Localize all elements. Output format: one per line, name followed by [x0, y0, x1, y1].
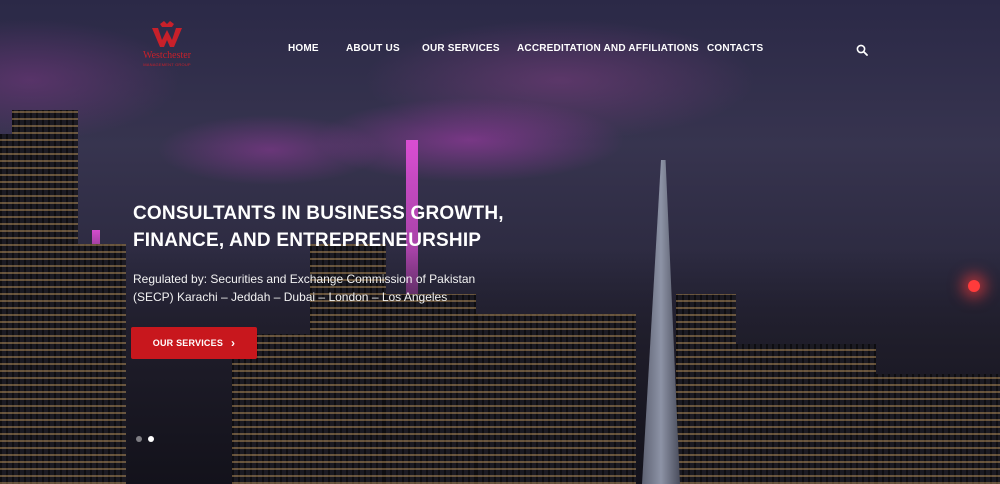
chevron-right-icon: › [231, 336, 236, 350]
building [876, 374, 1000, 484]
nav-item-contacts[interactable]: CONTACTS [707, 43, 763, 54]
brand-tagline: MANAGEMENT GROUP [143, 62, 191, 67]
hero-headline: CONSULTANTS IN BUSINESS GROWTH, FINANCE,… [133, 200, 573, 254]
crown-w-logo-icon [152, 21, 182, 47]
slider-dot[interactable] [136, 436, 142, 442]
building [384, 294, 476, 484]
building [736, 344, 876, 484]
search-icon[interactable] [856, 44, 868, 56]
hero-headline-line: CONSULTANTS IN BUSINESS GROWTH, [133, 203, 504, 224]
building [476, 314, 636, 484]
hero-subtext-line: (SECP) Karachi – Jeddah – Dubai – London… [133, 290, 448, 304]
nav-item-accreditation[interactable]: ACCREDITATION AND AFFILIATIONS [517, 43, 699, 54]
brand-name: Westchester [142, 50, 192, 61]
building [676, 294, 736, 484]
our-services-button[interactable]: OUR SERVICES › [131, 327, 257, 359]
our-services-button-label: OUR SERVICES [152, 338, 224, 348]
nav-item-home[interactable]: HOME [288, 43, 319, 54]
hero-subtext: Regulated by: Securities and Exchange Co… [133, 270, 553, 306]
hero-headline-line: FINANCE, AND ENTREPRENEURSHIP [133, 230, 482, 251]
nav-item-our-services[interactable]: OUR SERVICES [422, 43, 500, 54]
brand-logo[interactable]: Westchester MANAGEMENT GROUP [134, 20, 200, 68]
hero-subtext-line: Regulated by: Securities and Exchange Co… [133, 272, 476, 286]
slider-dot-active[interactable] [148, 436, 154, 442]
nav-item-about-us[interactable]: ABOUT US [346, 43, 400, 54]
building [66, 244, 126, 484]
red-beacon-light [968, 280, 980, 292]
